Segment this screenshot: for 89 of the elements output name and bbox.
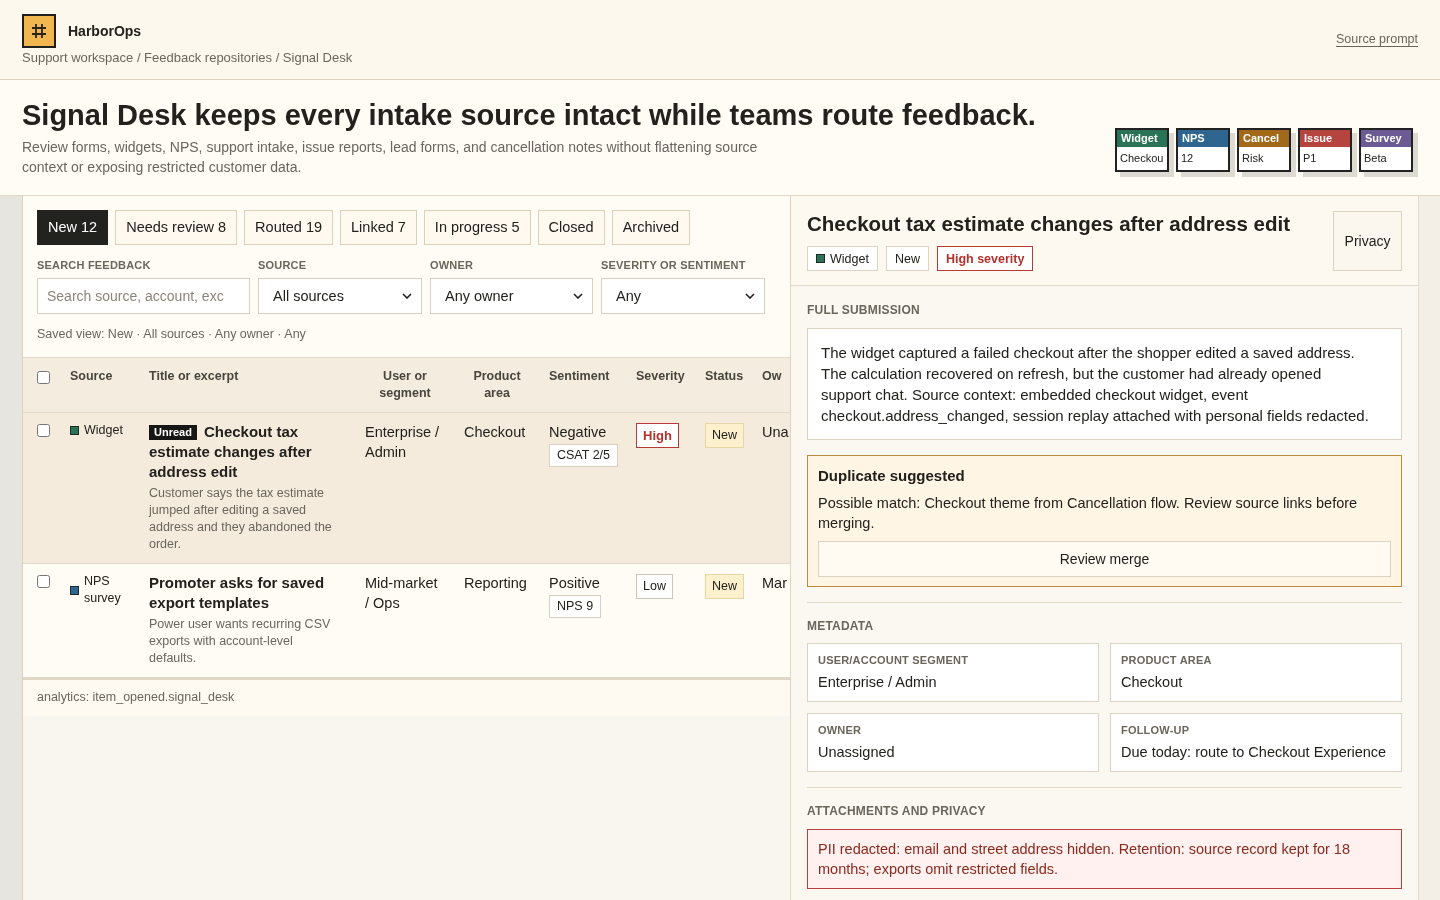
column-header: Sentiment: [549, 369, 610, 383]
section-label: ATTACHMENTS AND PRIVACY: [807, 804, 987, 819]
privacy-button[interactable]: Privacy: [1333, 211, 1402, 271]
metadata-label: FOLLOW-UP: [1121, 724, 1191, 737]
section-label: FULL SUBMISSION: [807, 303, 921, 318]
legend-value: P1: [1302, 151, 1318, 166]
product-area-text: Checkout: [464, 424, 526, 440]
column-header: Status: [705, 369, 744, 383]
page-title: Signal Desk keeps every intake source intact while teams route feedback.: [22, 98, 1036, 133]
filter-tab[interactable]: Needs review 8: [115, 210, 238, 245]
owner-text: Mar: [762, 575, 787, 591]
legend-value: Checkou: [1119, 151, 1165, 166]
legend-label: Issue: [1300, 130, 1350, 147]
score-badge: NPS 9: [549, 595, 602, 618]
metadata-value: Due today: route to Checkout Experience: [1121, 743, 1388, 761]
page-description: Review forms, widgets, NPS, support intake, issue reports, lead forms, and cancellation notes without flattening source context or exposing restricted customer data.: [22, 138, 759, 177]
row-checkbox[interactable]: [37, 575, 50, 588]
source-prompt-link[interactable]: Source prompt: [1336, 32, 1418, 46]
legend-label: Cancel: [1239, 130, 1289, 147]
privacy-text: PII redacted: email and street address hidden. Retention: source record kept for 18 months; exports omit restricted fields.: [818, 840, 1351, 879]
tag-label: High severity: [945, 251, 1025, 266]
legend-label: Widget: [1117, 130, 1167, 147]
filter-tab[interactable]: Closed: [537, 210, 605, 245]
selection-highlight[interactable]: [23, 413, 790, 563]
search-field[interactable]: Search source, account, exc: [37, 278, 250, 314]
select-all-checkbox[interactable]: [37, 371, 50, 384]
detail-title: Checkout tax estimate changes after address edit: [807, 211, 1291, 237]
column-header: Severity: [636, 369, 685, 383]
metadata-value: Enterprise / Admin: [818, 673, 938, 691]
severity-badge: Low: [636, 574, 673, 599]
status-badge: New: [705, 423, 744, 448]
column-header: Product area: [473, 369, 521, 400]
metadata-label: OWNER: [818, 724, 863, 737]
chevron-down-icon: [402, 293, 412, 299]
filter-label: SEARCH FEEDBACK: [37, 259, 152, 272]
filter-label: SOURCE: [258, 259, 308, 272]
filter-tab[interactable]: In progress 5: [423, 210, 531, 245]
item-excerpt: Power user wants recurring CSV exports with account-level defaults.: [149, 616, 332, 667]
review-merge-button[interactable]: Review merge: [818, 541, 1391, 577]
filter-label: OWNER: [430, 259, 475, 272]
legend-value: Risk: [1241, 151, 1265, 166]
severity-badge: High: [636, 423, 679, 448]
sentiment-text: Positive: [549, 574, 600, 593]
metadata-label: USER/ACCOUNT SEGMENT: [818, 654, 970, 667]
column-header: Source: [70, 369, 113, 383]
legend-value: 12: [1180, 151, 1195, 166]
segment-text: Mid-market / Ops: [365, 575, 438, 611]
status-badge: New: [705, 574, 744, 599]
item-title: Unread Checkout tax estimate changes after address edit: [149, 422, 313, 482]
item-title: Promoter asks for saved export templates: [149, 573, 326, 613]
filter-tab[interactable]: Linked 7: [340, 210, 417, 245]
filter-select[interactable]: All sources: [258, 278, 422, 314]
metadata-label: PRODUCT AREA: [1121, 654, 1213, 667]
sentiment-text: Negative: [549, 423, 607, 442]
column-header: Title or excerpt: [149, 369, 239, 383]
chevron-down-icon: [573, 293, 583, 299]
breadcrumb: Support workspace / Feedback repositories / Signal Desk: [22, 49, 353, 66]
filter-tab[interactable]: New 12: [37, 210, 109, 245]
tag-label: New: [894, 251, 920, 266]
column-header: Ow: [762, 369, 782, 383]
source-label: Widget: [84, 422, 123, 439]
chevron-down-icon: [745, 293, 755, 299]
product-area-text: Reporting: [464, 575, 527, 591]
filter-select[interactable]: Any owner: [430, 278, 593, 314]
logo-icon: [22, 14, 56, 48]
duplicate-title: Duplicate suggested: [818, 466, 966, 486]
duplicate-text: Possible match: Checkout theme from Cancellation flow. Review source links before merging.: [818, 494, 1359, 533]
submission-text: The widget captured a failed checkout after the shopper edited a saved address. The calculation recovered on refresh, but the customer had already opened support chat. Source context: embedded checkout widget, event checkout.address_changed, session replay attached with personal fields redacted.: [821, 343, 1370, 426]
analytics-note: analytics: item_opened.signal_desk: [37, 690, 235, 704]
owner-text: Una: [762, 424, 789, 440]
item-excerpt: Customer says the tax estimate jumped after editing a saved address and they abandoned the order.: [149, 485, 333, 553]
filter-tab[interactable]: Archived: [611, 210, 691, 245]
legend-label: Survey: [1361, 130, 1411, 147]
segment-text: Enterprise / Admin: [365, 424, 440, 460]
legend-label: NPS: [1178, 130, 1228, 147]
metadata-value: Checkout: [1121, 673, 1184, 691]
filter-select[interactable]: Any: [601, 278, 765, 314]
filter-label: SEVERITY OR SENTIMENT: [601, 259, 747, 272]
source-label: NPS survey: [84, 573, 122, 607]
legend-value: Beta: [1363, 151, 1388, 166]
filter-tab[interactable]: Routed 19: [244, 210, 334, 245]
saved-view-summary: Saved view: New · All sources · Any owner · Any: [37, 327, 307, 342]
column-header: User or segment: [379, 369, 431, 400]
metadata-value: Unassigned: [818, 743, 896, 761]
section-label: METADATA: [807, 619, 875, 634]
tag-label: Widget: [830, 251, 869, 266]
row-checkbox[interactable]: [37, 424, 50, 437]
score-badge: CSAT 2/5: [549, 444, 619, 467]
app-name: HarborOps: [68, 23, 142, 39]
